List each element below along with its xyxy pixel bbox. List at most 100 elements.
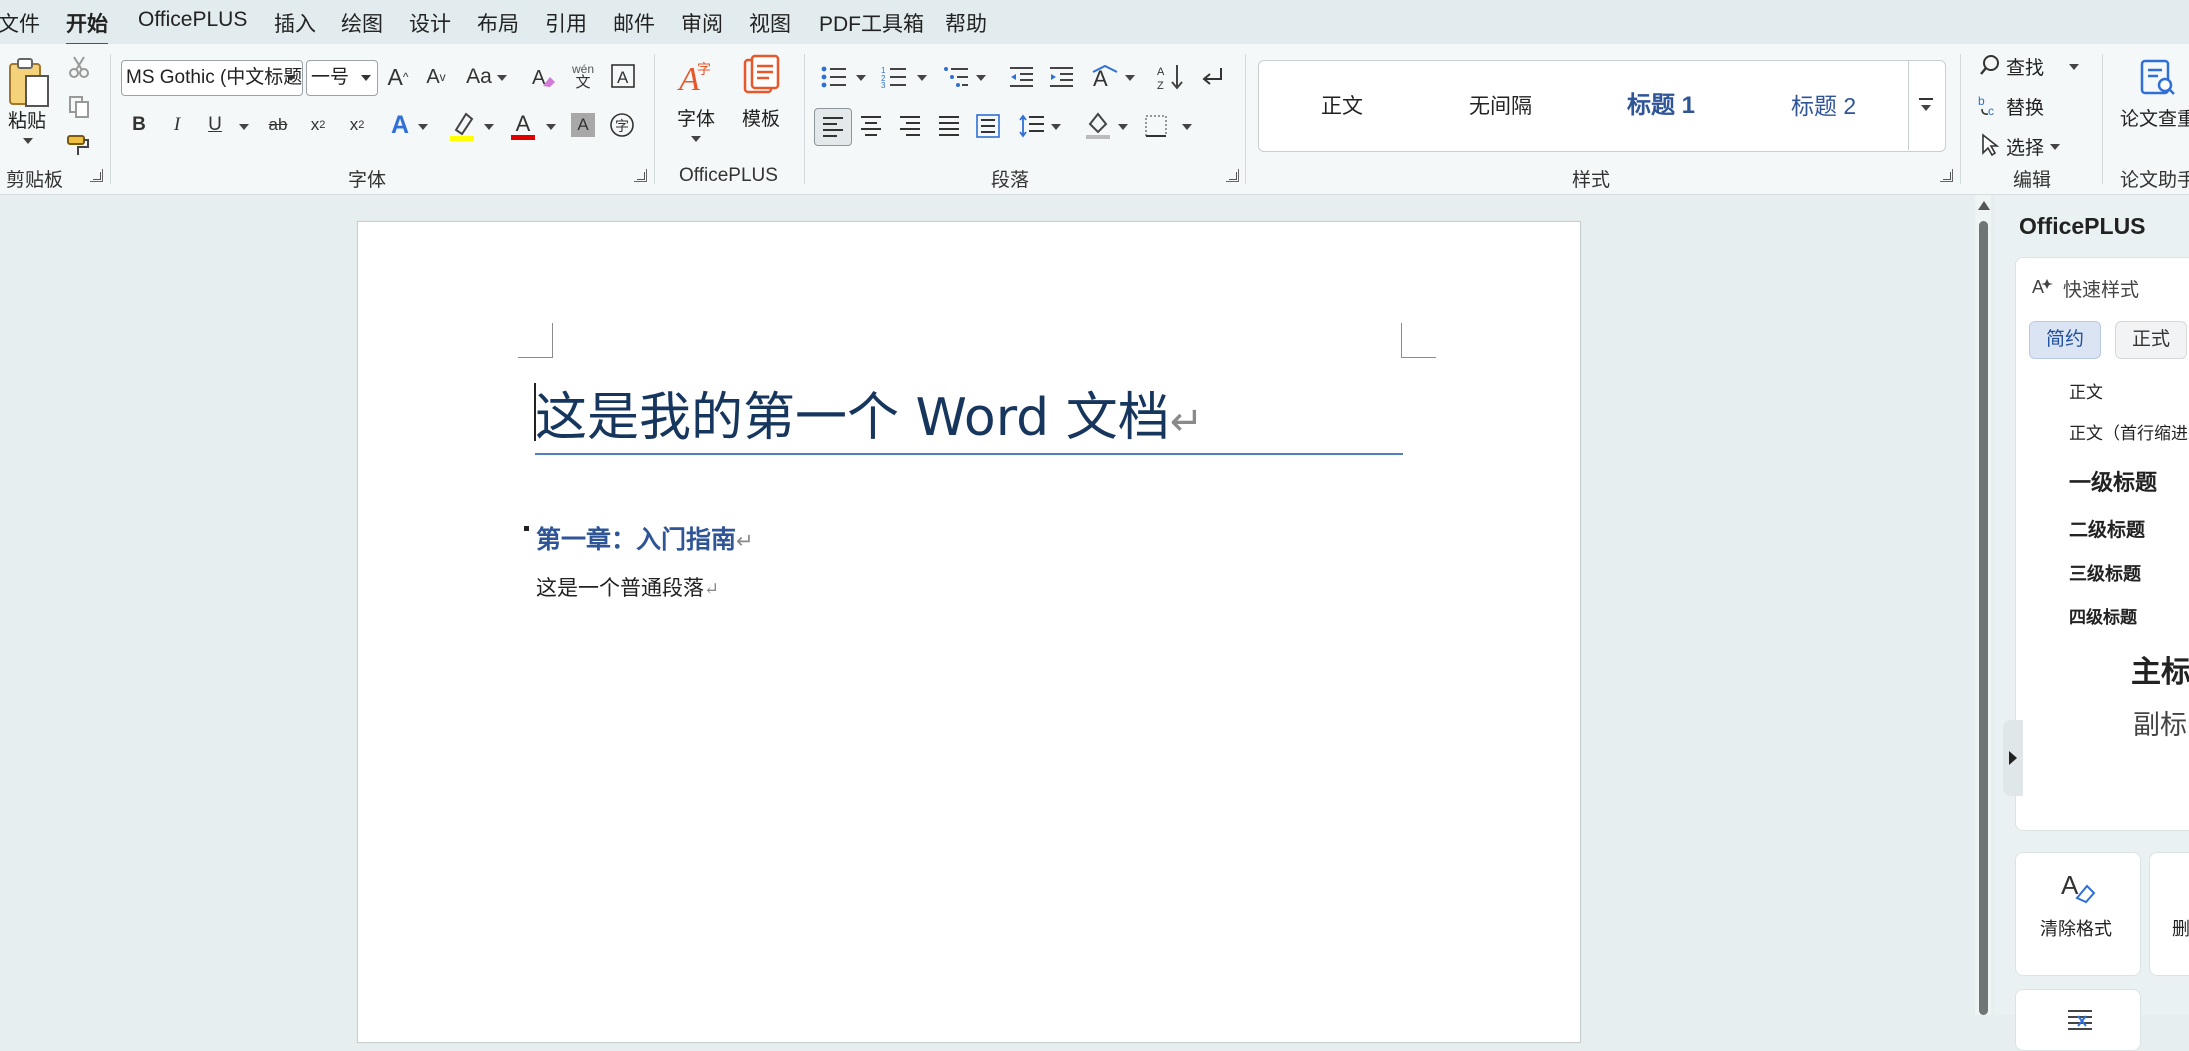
more-format-button[interactable] [2015,989,2141,1051]
change-case-dropdown-icon[interactable] [497,75,507,81]
format-painter-icon[interactable] [64,130,94,160]
borders-dropdown-icon[interactable] [1182,124,1192,130]
style-heading-1[interactable]: 标题 1 [1627,61,1695,151]
side-style-level1[interactable]: 一级标题 [2069,465,2157,497]
italic-icon[interactable]: I [162,110,192,140]
replace-icon[interactable]: bc [1978,92,2002,118]
highlight-color-icon[interactable] [446,108,478,144]
font-size-combo[interactable]: 一号 [306,60,378,96]
sort-icon[interactable]: AZ [1155,60,1187,94]
tab-draw[interactable]: 绘图 [341,8,383,38]
delete-format-button[interactable]: 删 [2149,852,2189,976]
tab-review[interactable]: 审阅 [681,8,723,38]
style-no-spacing[interactable]: 无间隔 [1469,61,1532,151]
tab-help[interactable]: 帮助 [945,8,987,38]
find-icon[interactable] [1978,52,2002,78]
tab-design[interactable]: 设计 [409,8,451,38]
style-heading-2[interactable]: 标题 2 [1791,61,1856,151]
tab-officeplus[interactable]: OfficePLUS [138,8,247,32]
chinese-layout-icon[interactable]: A [1088,60,1122,94]
styles-launcher-icon[interactable] [1940,169,1953,182]
font-launcher-icon[interactable] [634,169,647,182]
font-color-icon[interactable]: A [507,108,539,144]
styles-more-button[interactable] [1908,60,1945,150]
distributed-icon[interactable] [972,110,1004,142]
shading-dropdown-icon[interactable] [1118,124,1128,130]
side-style-subtitle[interactable]: 副标 [2133,703,2187,742]
vertical-scrollbar[interactable] [1975,195,1991,1015]
tab-pdf-toolbox[interactable]: PDF工具箱 [819,8,924,38]
side-style-level2[interactable]: 二级标题 [2069,515,2145,542]
tab-references[interactable]: 引用 [545,8,587,38]
shrink-font-icon[interactable]: Av [420,61,452,93]
align-left-icon[interactable] [814,108,852,146]
highlight-dropdown-icon[interactable] [484,124,494,130]
clear-formatting-icon[interactable]: A [527,61,559,93]
tab-layout[interactable]: 布局 [477,8,519,38]
tab-file[interactable]: 文件 [0,8,40,38]
underline-icon[interactable]: U [200,110,230,140]
tab-view[interactable]: 视图 [749,8,791,38]
find-button[interactable]: 查找 [2006,53,2044,80]
side-style-level3[interactable]: 三级标题 [2069,560,2141,586]
document-paragraph[interactable]: 这是一个普通段落↵ [536,572,719,602]
show-marks-icon[interactable] [1196,60,1228,94]
template-icon[interactable] [740,52,782,98]
paragraph-launcher-icon[interactable] [1226,169,1239,182]
officeplus-font-dropdown-icon[interactable] [691,136,701,142]
bold-icon[interactable]: B [124,110,154,140]
scroll-up-icon[interactable] [1978,201,1990,210]
officeplus-font-button[interactable]: 字体 [677,104,715,131]
select-dropdown-icon[interactable] [2050,144,2060,150]
align-center-icon[interactable] [855,110,887,142]
multilevel-dropdown-icon[interactable] [976,75,986,81]
thesis-check-button[interactable]: 论文查重 [2120,104,2189,131]
underline-dropdown-icon[interactable] [239,124,249,130]
justify-icon[interactable] [933,110,965,142]
thesis-check-icon[interactable] [2138,56,2178,100]
multilevel-list-icon[interactable] [940,62,972,92]
template-button[interactable]: 模板 [742,104,780,131]
scrollbar-thumb[interactable] [1979,221,1988,1015]
line-spacing-dropdown-icon[interactable] [1051,124,1061,130]
document-page[interactable] [357,221,1581,1043]
style-chip-formal[interactable]: 正式 [2115,321,2188,359]
clipboard-launcher-icon[interactable] [90,169,103,182]
bullets-dropdown-icon[interactable] [856,75,866,81]
strikethrough-icon[interactable]: ab [262,110,294,140]
text-effects-dropdown-icon[interactable] [418,124,428,130]
numbering-dropdown-icon[interactable] [917,75,927,81]
cut-icon[interactable] [64,52,94,82]
replace-button[interactable]: 替换 [2006,93,2044,120]
side-style-normal-indent[interactable]: 正文（首行缩进2 [2069,419,2189,444]
side-style-title[interactable]: 主标 [2131,647,2189,691]
side-style-normal[interactable]: 正文 [2069,378,2103,403]
borders-icon[interactable] [1140,110,1172,142]
text-effects-icon[interactable]: A [384,108,416,142]
enclose-characters-icon[interactable]: 字 [606,110,638,140]
paste-button[interactable]: 粘贴 [8,106,46,133]
paste-icon[interactable] [4,54,54,112]
select-button[interactable]: 选择 [2006,133,2044,160]
officeplus-font-icon[interactable]: A字 [676,54,718,98]
find-dropdown-icon[interactable] [2069,64,2079,70]
font-name-combo[interactable]: MS Gothic (中文标题) [121,60,303,96]
character-border-icon[interactable]: A [608,61,638,91]
character-shading-icon[interactable]: A [568,110,598,140]
clear-format-button[interactable]: A 清除格式 [2015,852,2141,976]
change-case-icon[interactable]: Aa [463,61,495,93]
copy-icon[interactable] [64,92,94,122]
shading-icon[interactable] [1082,108,1114,142]
align-right-icon[interactable] [894,110,926,142]
side-style-level4[interactable]: 四级标题 [2069,603,2137,628]
document-heading-1[interactable]: 第一章：入门指南↵ [536,520,754,556]
line-spacing-icon[interactable] [1016,110,1048,142]
decrease-indent-icon[interactable] [1005,62,1037,92]
style-chip-simple[interactable]: 简约 [2029,321,2102,359]
style-normal[interactable]: 正文 [1321,61,1363,151]
select-icon[interactable] [1978,132,2002,158]
tab-home[interactable]: 开始 [66,8,108,46]
grow-font-icon[interactable]: A ^ [382,61,414,93]
superscript-icon[interactable]: x2 [341,110,373,140]
phonetic-guide-icon[interactable]: wén 文 [566,58,600,94]
